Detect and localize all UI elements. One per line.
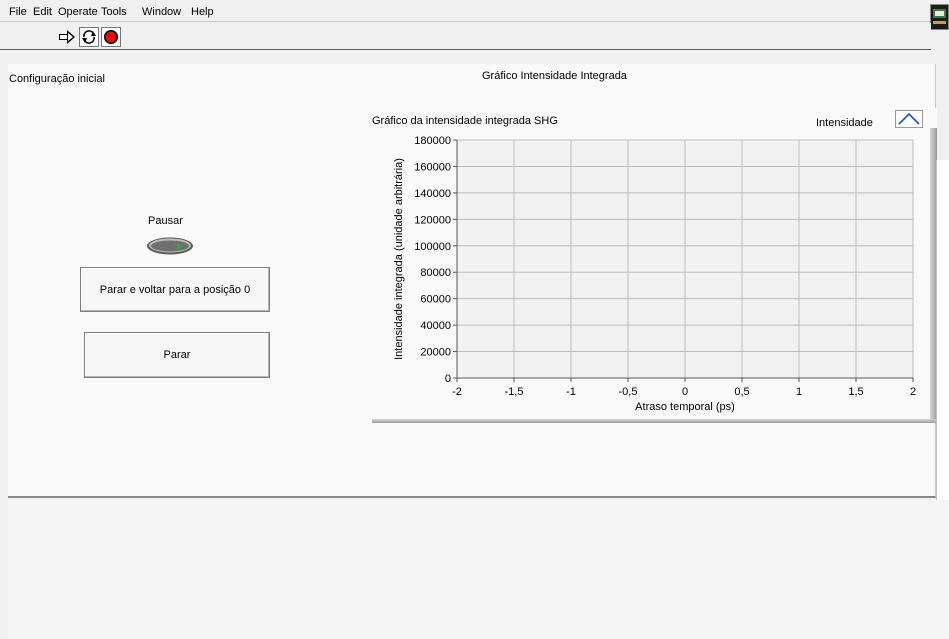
y-tick-label: 160000 xyxy=(414,161,451,173)
menu-file[interactable]: File xyxy=(9,6,27,18)
pause-toggle[interactable] xyxy=(146,237,194,255)
menu-bar: File Edit Operate Tools Window Help xyxy=(0,0,931,22)
x-tick-label: -1 xyxy=(566,386,576,398)
x-tick-label: 1 xyxy=(796,386,802,398)
y-axis-label: Intensidade integrada (unidade arbitrári… xyxy=(393,158,405,360)
x-tick-label: 1,5 xyxy=(848,386,863,398)
x-axis-label: Atraso temporal (ps) xyxy=(635,401,735,413)
stop-button[interactable]: Parar xyxy=(84,332,270,378)
menu-tools[interactable]: Tools xyxy=(101,6,127,18)
y-tick-label: 140000 xyxy=(414,188,451,200)
y-tick-label: 0 xyxy=(445,373,451,385)
panel-edge-strip xyxy=(936,160,949,500)
y-tick-label: 180000 xyxy=(414,135,451,147)
y-tick-label: 20000 xyxy=(420,347,451,359)
stop-button-label: Parar xyxy=(163,349,191,361)
menu-edit[interactable]: Edit xyxy=(33,6,52,18)
y-tick-label: 60000 xyxy=(420,294,451,306)
vi-icon xyxy=(930,4,949,30)
graph-title: Gráfico da intensidade integrada SHG xyxy=(372,115,558,127)
stop-and-return-label: Parar e voltar para a posição 0 xyxy=(99,283,251,296)
y-tick-label: 40000 xyxy=(420,320,451,332)
pause-label: Pausar xyxy=(148,215,183,227)
run-continuously-icon[interactable] xyxy=(79,27,99,47)
chart-svg: 0 20000 40000 60000 80000 100000 120000 140000 1… xyxy=(393,135,916,413)
graph-scrollbar-horizontal[interactable] xyxy=(372,419,937,423)
x-tick-label: 2 xyxy=(910,386,916,398)
menu-operate[interactable]: Operate xyxy=(58,6,98,18)
x-tick-label: -2 xyxy=(452,386,462,398)
y-tick-label: 120000 xyxy=(414,214,451,226)
initial-config-title: Configuração inicial xyxy=(9,73,105,85)
x-tick-label: -0,5 xyxy=(619,386,638,398)
abort-execution-icon[interactable] xyxy=(101,27,121,47)
menu-help[interactable]: Help xyxy=(191,6,214,18)
legend-plot-icon[interactable] xyxy=(895,110,923,128)
y-tick-label: 100000 xyxy=(414,241,451,253)
toolbar xyxy=(0,23,931,50)
menu-window[interactable]: Window xyxy=(142,6,181,18)
x-tick-label: 0,5 xyxy=(734,386,749,398)
legend-label: Intensidade xyxy=(816,117,873,129)
y-tick-label: 80000 xyxy=(420,267,451,279)
graph-tab-title[interactable]: Gráfico Intensidade Integrada xyxy=(482,70,627,82)
x-tick-label: 0 xyxy=(682,386,688,398)
x-tick-label: -1,5 xyxy=(505,386,524,398)
run-arrow-icon[interactable] xyxy=(57,27,77,47)
lower-panel-area xyxy=(8,500,949,639)
stop-and-return-button[interactable]: Parar e voltar para a posição 0 xyxy=(80,267,270,312)
